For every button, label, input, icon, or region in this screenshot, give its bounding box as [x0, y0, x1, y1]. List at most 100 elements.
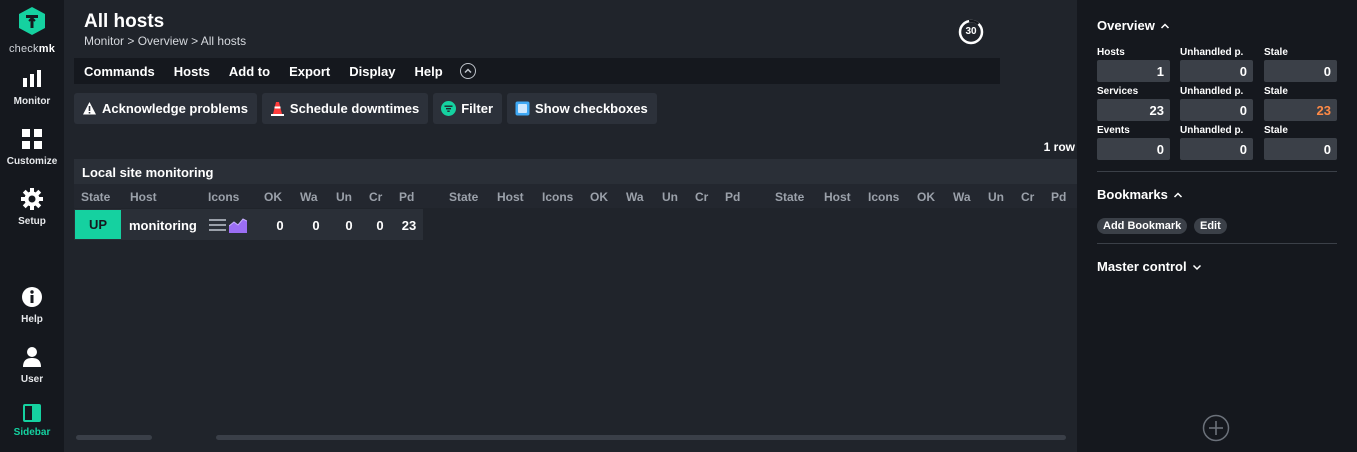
sidebar-divider	[1097, 171, 1337, 172]
column-header-crit[interactable]: Cr	[695, 190, 708, 204]
table-row: UP monitoring 0 0 0 0 23	[74, 209, 423, 240]
edit-bookmarks-button[interactable]: Edit	[1194, 218, 1227, 234]
nav-user-label: User	[20, 374, 44, 385]
column-header-warn[interactable]: Wa	[626, 190, 644, 204]
overview-events-stale[interactable]: 0	[1264, 138, 1337, 160]
column-header-pending[interactable]: Pd	[725, 190, 740, 204]
nav-help-label: Help	[21, 314, 43, 325]
breadcrumb-monitor[interactable]: Monitor	[84, 34, 124, 48]
column-header-pending[interactable]: Pd	[1051, 190, 1066, 204]
overview-stale-label: Stale	[1264, 125, 1288, 136]
host-name-link[interactable]: monitoring	[129, 218, 197, 233]
column-header-icons: Icons	[868, 190, 900, 204]
breadcrumb-separator: >	[191, 34, 199, 48]
filter-label: Filter	[461, 101, 494, 116]
row-count: 1 row	[1043, 140, 1075, 154]
overview-services-unhandled[interactable]: 0	[1180, 99, 1253, 121]
column-header-ok[interactable]: OK	[264, 190, 282, 204]
menu-display[interactable]: Display	[349, 64, 395, 79]
overview-events-total[interactable]: 0	[1097, 138, 1170, 160]
column-header-icons: Icons	[208, 190, 240, 204]
column-header-unknown[interactable]: Un	[662, 190, 678, 204]
column-header-state[interactable]: State	[449, 190, 478, 204]
services-unknown-count[interactable]: 0	[339, 218, 359, 233]
column-header-unknown[interactable]: Un	[336, 190, 352, 204]
user-icon	[23, 347, 41, 367]
column-header-icons: Icons	[542, 190, 574, 204]
overview-events-unhandled[interactable]: 0	[1180, 138, 1253, 160]
reload-seconds: 30	[965, 26, 977, 37]
master-control-snapin-title[interactable]: Master control	[1097, 259, 1202, 274]
graph-icon[interactable]	[229, 217, 247, 233]
nav-user[interactable]: User	[0, 346, 64, 385]
menu-commands[interactable]: Commands	[84, 64, 155, 79]
chevron-up-icon	[464, 68, 472, 74]
chevron-down-icon	[1192, 264, 1201, 270]
traffic-cone-icon	[270, 102, 284, 116]
schedule-downtimes-label: Schedule downtimes	[289, 101, 420, 116]
menu-export[interactable]: Export	[289, 64, 330, 79]
filter-button[interactable]: Filter	[433, 93, 503, 124]
nav-monitor[interactable]: Monitor	[0, 68, 64, 107]
column-header-host[interactable]: Host	[130, 190, 157, 204]
column-header-state[interactable]: State	[81, 190, 110, 204]
nav-help[interactable]: Help	[0, 286, 64, 325]
overview-services-total[interactable]: 23	[1097, 99, 1170, 121]
add-bookmark-button[interactable]: Add Bookmark	[1097, 218, 1188, 234]
column-header-state[interactable]: State	[775, 190, 804, 204]
breadcrumb-overview[interactable]: Overview	[138, 34, 188, 48]
column-header-warn[interactable]: Wa	[953, 190, 971, 204]
scrollbar-left[interactable]	[76, 435, 152, 440]
column-header-ok[interactable]: OK	[917, 190, 935, 204]
services-pending-count[interactable]: 23	[397, 218, 421, 233]
checkbox-icon	[515, 101, 530, 116]
overview-hosts-total[interactable]: 1	[1097, 60, 1170, 82]
overview-stale-label: Stale	[1264, 47, 1288, 58]
services-warn-count[interactable]: 0	[306, 218, 326, 233]
overview-events-label: Events	[1097, 125, 1130, 136]
column-header-ok[interactable]: OK	[590, 190, 608, 204]
overview-services-label: Services	[1097, 86, 1139, 97]
column-header-crit[interactable]: Cr	[369, 190, 382, 204]
nav-setup[interactable]: Setup	[0, 188, 64, 227]
column-header-crit[interactable]: Cr	[1021, 190, 1034, 204]
grid-icon	[22, 129, 42, 149]
acknowledge-problems-button[interactable]: Acknowledge problems	[74, 93, 257, 124]
info-icon	[22, 287, 42, 307]
horizontal-scrollbar[interactable]	[216, 435, 1066, 440]
services-crit-count[interactable]: 0	[370, 218, 390, 233]
column-header-unknown[interactable]: Un	[988, 190, 1004, 204]
overview-stale-label: Stale	[1264, 86, 1288, 97]
column-header-pending[interactable]: Pd	[399, 190, 414, 204]
breadcrumb-all-hosts[interactable]: All hosts	[201, 34, 246, 48]
reload-timer[interactable]: 30	[958, 19, 984, 45]
overview-snapin-title[interactable]: Overview	[1097, 18, 1170, 33]
bookmarks-title-label: Bookmarks	[1097, 187, 1168, 202]
master-control-title-label: Master control	[1097, 259, 1187, 274]
menu-icon[interactable]	[209, 218, 226, 232]
add-snapin-icon[interactable]	[1202, 414, 1230, 442]
right-sidebar: Overview Hosts Unhandled p. Stale 1 0 0 …	[1077, 0, 1357, 452]
show-checkboxes-button[interactable]: Show checkboxes	[507, 93, 657, 124]
overview-services-stale[interactable]: 23	[1264, 99, 1337, 121]
schedule-downtimes-button[interactable]: Schedule downtimes	[261, 93, 429, 124]
page-menu-bar: Commands Hosts Add to Export Display Hel…	[74, 58, 1000, 84]
gear-icon	[21, 188, 43, 210]
bookmarks-snapin-title[interactable]: Bookmarks	[1097, 187, 1183, 202]
checkmk-logo[interactable]: checkmk	[0, 4, 64, 55]
menu-hosts[interactable]: Hosts	[174, 64, 210, 79]
menu-help[interactable]: Help	[415, 64, 443, 79]
show-checkboxes-label: Show checkboxes	[535, 101, 648, 116]
collapse-menu-button[interactable]	[459, 63, 476, 79]
column-header-host[interactable]: Host	[497, 190, 524, 204]
nav-customize[interactable]: Customize	[0, 128, 64, 167]
overview-hosts-stale[interactable]: 0	[1264, 60, 1337, 82]
services-ok-count[interactable]: 0	[270, 218, 290, 233]
host-state-badge[interactable]: UP	[75, 210, 121, 239]
column-header-host[interactable]: Host	[824, 190, 851, 204]
nav-sidebar[interactable]: Sidebar	[0, 404, 64, 438]
checkmk-logo-icon	[19, 7, 45, 35]
column-header-warn[interactable]: Wa	[300, 190, 318, 204]
overview-hosts-unhandled[interactable]: 0	[1180, 60, 1253, 82]
menu-add-to[interactable]: Add to	[229, 64, 270, 79]
